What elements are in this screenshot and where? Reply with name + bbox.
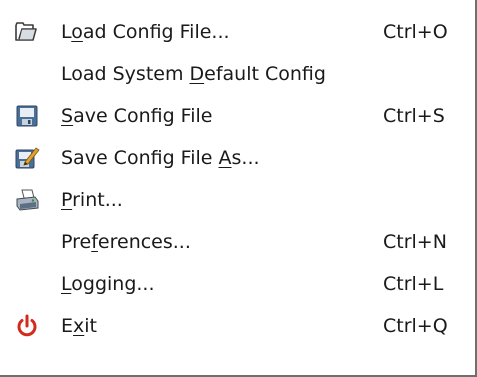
menu-item-label: Load Config File... bbox=[61, 21, 230, 43]
menu-item-save-config[interactable]: Save Config File Ctrl+S bbox=[0, 96, 474, 136]
menu-item-load-config[interactable]: Load Config File... Ctrl+O bbox=[0, 12, 474, 52]
power-icon bbox=[14, 313, 40, 339]
menu-item-logging[interactable]: Logging... Ctrl+L bbox=[0, 264, 474, 304]
menu-item-shortcut: Ctrl+O bbox=[383, 21, 448, 43]
menu-item-shortcut: Ctrl+N bbox=[383, 231, 447, 253]
menu-item-shortcut: Ctrl+Q bbox=[383, 315, 448, 337]
menu-item-label: Preferences... bbox=[61, 231, 191, 253]
menu-item-label: Print... bbox=[61, 189, 123, 211]
menu-item-exit[interactable]: Exit Ctrl+Q bbox=[0, 306, 474, 346]
menu-item-label: Exit bbox=[61, 315, 97, 337]
menu-item-print[interactable]: Print... bbox=[0, 180, 474, 220]
open-folder-icon bbox=[14, 19, 40, 45]
menu-item-label: Logging... bbox=[61, 273, 155, 295]
menu-item-preferences[interactable]: Preferences... Ctrl+N bbox=[0, 222, 474, 262]
floppy-disk-icon bbox=[14, 103, 40, 129]
file-menu: Load Config File... Ctrl+O Load System D… bbox=[0, 0, 477, 377]
menu-item-label: Save Config File As... bbox=[61, 147, 260, 169]
save-as-icon bbox=[14, 145, 40, 171]
menu-item-load-system-default[interactable]: Load System Default Config bbox=[0, 54, 474, 94]
menu-item-shortcut: Ctrl+L bbox=[383, 273, 444, 295]
menu-item-label: Load System Default Config bbox=[61, 63, 326, 85]
menu-item-shortcut: Ctrl+S bbox=[383, 105, 445, 127]
menu-item-label: Save Config File bbox=[61, 105, 213, 127]
printer-icon bbox=[14, 187, 40, 213]
menu-item-save-config-as[interactable]: Save Config File As... bbox=[0, 138, 474, 178]
